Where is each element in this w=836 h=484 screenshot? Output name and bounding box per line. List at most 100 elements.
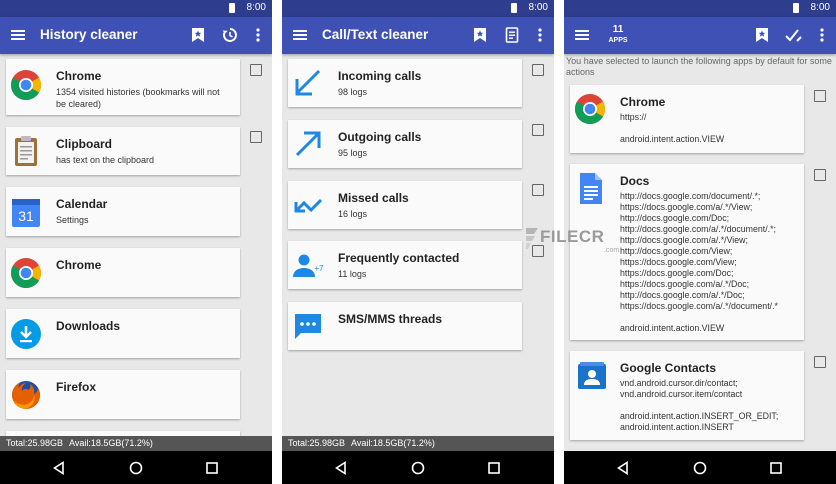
home-icon[interactable] [691, 459, 709, 477]
status-time: 8:00 [810, 2, 830, 13]
item-checkbox[interactable] [250, 131, 262, 143]
back-icon[interactable] [50, 459, 68, 477]
list-item-frequently-contacted[interactable]: +7 Frequently contacted 11 logs [288, 241, 522, 289]
status-time: 8:00 [528, 2, 548, 13]
list-item-chrome[interactable]: Chrome https:// android.intent.action.VI… [570, 85, 804, 153]
item-name: Missed calls [338, 191, 409, 205]
storage-available: Avail:18.5GB(71.2%) [69, 438, 153, 448]
page-title: Call/Text cleaner [322, 27, 429, 42]
overflow-menu-icon[interactable] [248, 25, 268, 45]
item-name: Calendar [56, 197, 108, 211]
item-detail: has text on the clipboard [56, 155, 155, 165]
item-name: Google Contacts [620, 361, 717, 375]
nav-bar [564, 451, 836, 484]
item-checkbox[interactable] [814, 90, 826, 102]
page-title: History cleaner [40, 27, 138, 42]
item-checkbox[interactable] [250, 64, 262, 76]
outgoing-call-arrow-icon [292, 128, 324, 160]
home-icon[interactable] [409, 459, 427, 477]
check-sort-icon[interactable] [784, 25, 804, 45]
clipboard-icon [10, 135, 42, 167]
back-icon[interactable] [332, 459, 350, 477]
list-item-calendar[interactable]: 31 Calendar Settings [6, 187, 240, 236]
item-name: Firefox [56, 380, 97, 394]
item-name: Chrome [56, 258, 102, 272]
hamburger-menu-icon[interactable] [9, 26, 27, 44]
watermark: FILECR [524, 222, 604, 256]
calendar-icon: 31 [10, 197, 42, 229]
list-item-missed-calls[interactable]: Missed calls 16 logs [288, 181, 522, 229]
storage-total: Total:25.98GB [6, 438, 64, 448]
list-item-clipboard[interactable]: Clipboard has text on the clipboard [6, 127, 240, 175]
list-item-firefox[interactable]: Firefox [6, 370, 240, 419]
recents-icon[interactable] [767, 459, 785, 477]
contacts-icon [576, 361, 608, 391]
default-apps-notice: You have selected to launch the followin… [566, 56, 832, 77]
contact-person-icon: +7 [292, 249, 324, 281]
storage-total: Total:25.98GB [288, 438, 346, 448]
apps-count: 11 [612, 24, 624, 35]
item-name: Frequently contacted [338, 251, 460, 265]
list-item-chrome[interactable]: Chrome 1354 visited histories (bookmarks… [6, 59, 240, 115]
item-detail: 98 logs [338, 87, 368, 97]
app-bar: 11 APPS [564, 17, 836, 54]
hamburger-menu-icon[interactable] [291, 26, 309, 44]
storage-footer: Total:25.98GB Avail:18.5GB(71.2%) [0, 436, 272, 451]
chrome-icon [574, 93, 606, 125]
sms-bubble-icon [292, 310, 324, 342]
bookmark-star-icon[interactable] [188, 25, 208, 45]
history-cleaner-screen: 8:00 History cleaner Chrome 1354 visited… [0, 0, 272, 484]
storage-available: Avail:18.5GB(71.2%) [351, 438, 435, 448]
item-name: SMS/MMS threads [338, 312, 443, 326]
status-time: 8:00 [246, 2, 266, 13]
bookmark-star-icon[interactable] [470, 25, 490, 45]
item-checkbox[interactable] [814, 356, 826, 368]
hamburger-menu-icon[interactable] [573, 26, 591, 44]
recents-icon[interactable] [485, 459, 503, 477]
item-checkbox[interactable] [532, 64, 544, 76]
default-apps-screen: 8:00 11 APPS You have selected to launch… [564, 0, 836, 484]
item-detail: 95 logs [338, 148, 368, 158]
overflow-menu-icon[interactable] [530, 25, 550, 45]
bookmark-star-icon[interactable] [752, 25, 772, 45]
chrome-icon [10, 69, 42, 101]
missed-call-arrow-icon [292, 189, 324, 221]
item-name: Chrome [56, 69, 102, 83]
home-icon[interactable] [127, 459, 145, 477]
item-detail: 16 logs [338, 209, 368, 219]
battery-icon [511, 3, 517, 13]
history-clock-icon[interactable] [220, 25, 240, 45]
overflow-menu-icon[interactable] [812, 25, 832, 45]
recents-icon[interactable] [203, 459, 221, 477]
document-list-icon[interactable] [502, 25, 522, 45]
firefox-icon [10, 379, 42, 411]
item-detail: Settings [56, 215, 89, 225]
list-item-incoming-calls[interactable]: Incoming calls 98 logs [288, 59, 522, 107]
back-icon[interactable] [614, 459, 632, 477]
watermark-text: FILECR [540, 227, 605, 246]
list-item-chrome-2[interactable]: Chrome [6, 248, 240, 297]
item-checkbox[interactable] [532, 124, 544, 136]
call-text-cleaner-screen: 8:00 Call/Text cleaner Incoming calls 98… [282, 0, 554, 484]
status-bar: 8:00 [282, 0, 554, 17]
app-bar: History cleaner [0, 17, 272, 54]
battery-icon [793, 3, 799, 13]
storage-footer: Total:25.98GB Avail:18.5GB(71.2%) [282, 436, 554, 451]
battery-icon [229, 3, 235, 13]
chrome-icon [10, 257, 42, 289]
app-bar: Call/Text cleaner [282, 17, 554, 54]
item-name: Incoming calls [338, 69, 422, 83]
list-item-google-contacts[interactable]: Google Contacts vnd.android.cursor.dir/c… [570, 351, 804, 440]
list-item-sms-mms-threads[interactable]: SMS/MMS threads [288, 302, 522, 350]
status-bar: 8:00 [564, 0, 836, 17]
apps-label: APPS [608, 37, 628, 44]
item-detail: 1354 visited histories (bookmarks will n… [56, 87, 220, 109]
list-item-outgoing-calls[interactable]: Outgoing calls 95 logs [288, 120, 522, 168]
item-name: Outgoing calls [338, 130, 422, 144]
item-checkbox[interactable] [814, 169, 826, 181]
nav-bar [0, 451, 272, 484]
calendar-date-text: 31 [18, 208, 34, 224]
item-checkbox[interactable] [532, 184, 544, 196]
item-detail: 11 logs [338, 269, 367, 279]
list-item-downloads[interactable]: Downloads [6, 309, 240, 358]
